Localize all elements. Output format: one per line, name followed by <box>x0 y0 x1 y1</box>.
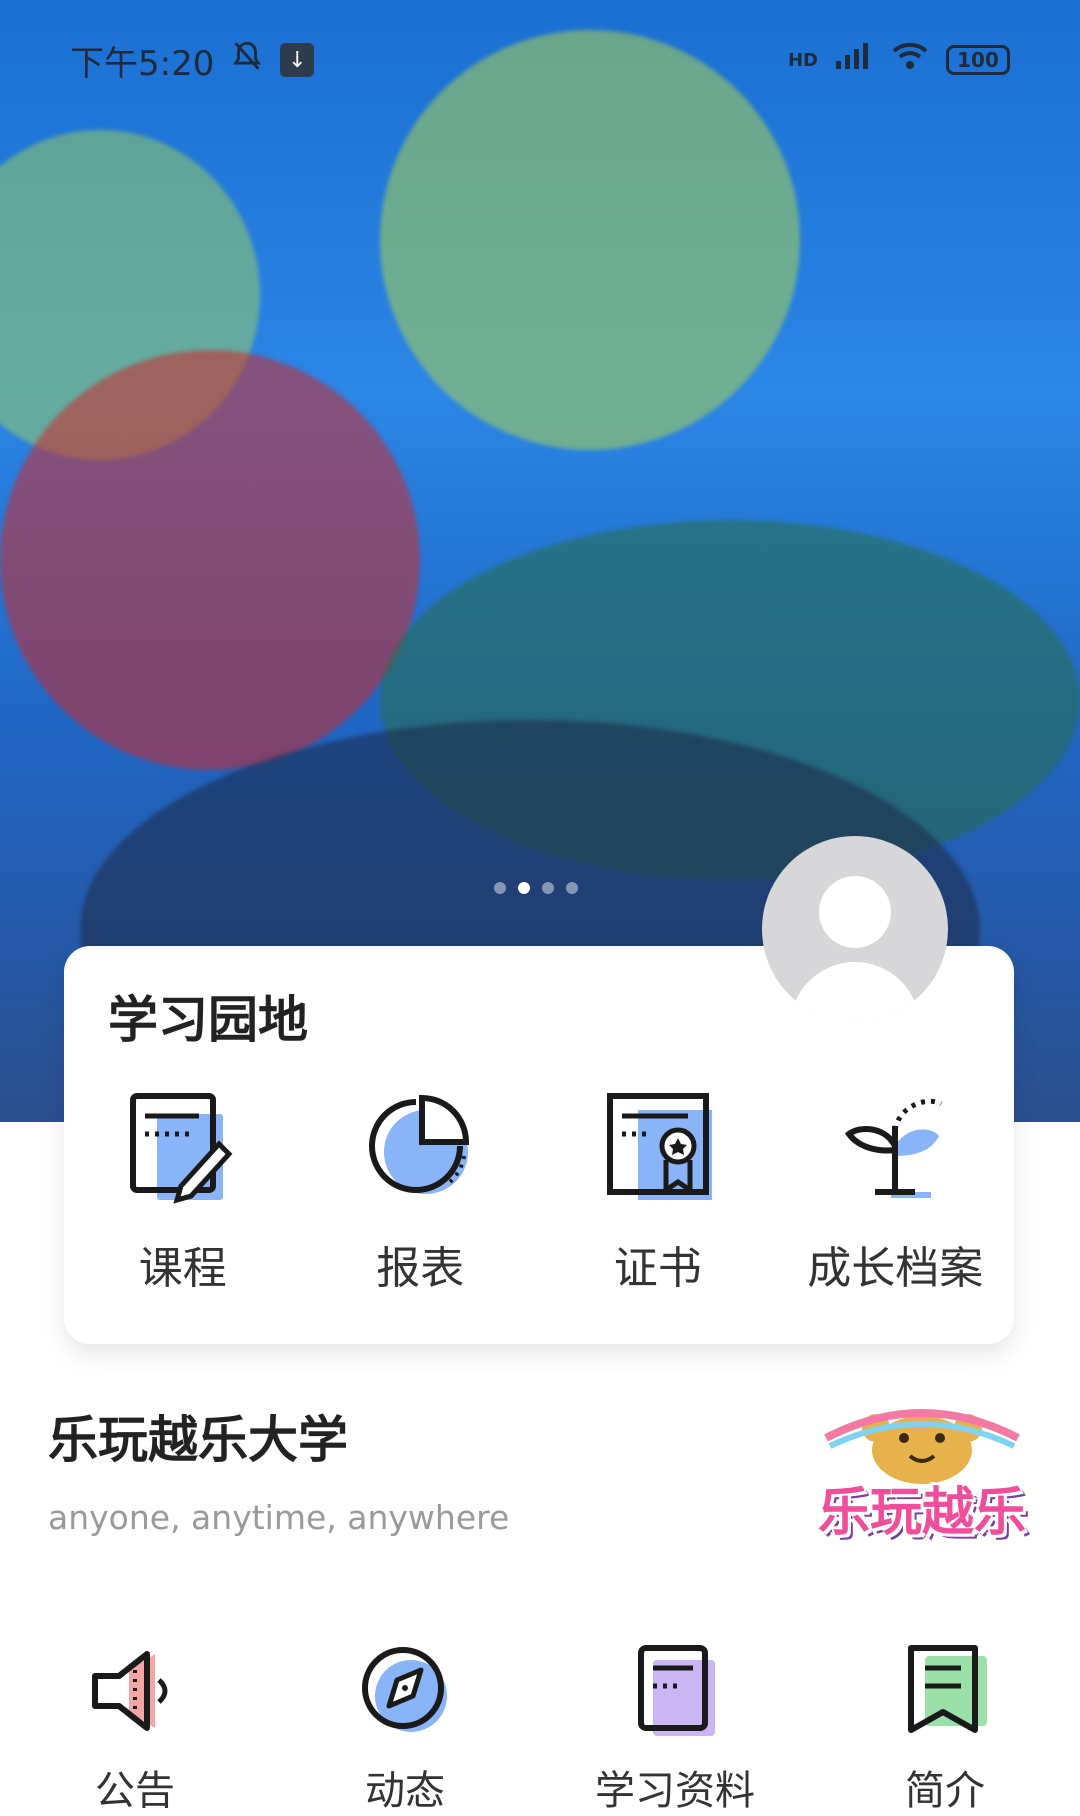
menu-label: 简介 <box>905 1768 985 1814</box>
menu-item-materials[interactable]: 学习资料 <box>540 1640 810 1816</box>
menu-item-notice[interactable]: 公告 <box>0 1640 270 1816</box>
signal-icon <box>834 40 874 80</box>
compass-icon <box>355 1640 455 1744</box>
growth-sprout-icon <box>835 1086 955 1210</box>
grid-label: 成长档案 <box>807 1243 984 1294</box>
menu-label: 动态 <box>365 1768 445 1814</box>
learning-grid: 课程 报表 证书 成长档案 <box>64 1086 1014 1296</box>
report-pie-icon <box>360 1086 480 1210</box>
user-avatar[interactable] <box>762 836 948 1022</box>
megaphone-icon <box>85 1640 185 1744</box>
bottom-menu: 公告 动态 学习资料 简介 <box>0 1640 1080 1816</box>
carousel-dot[interactable] <box>542 882 554 894</box>
carousel-dot[interactable] <box>494 882 506 894</box>
status-bar: 下午5:20 ↓ HD 100 <box>0 0 1080 120</box>
avatar-body <box>790 962 920 1022</box>
menu-label: 公告 <box>95 1768 175 1814</box>
bookmark-icon <box>895 1640 995 1744</box>
grid-label: 课程 <box>138 1243 227 1294</box>
course-icon <box>123 1086 243 1210</box>
notebook-icon <box>625 1640 725 1744</box>
university-subtitle: anyone, anytime, anywhere <box>48 1498 510 1537</box>
avatar-head <box>819 876 891 948</box>
mute-icon <box>230 39 264 82</box>
battery-indicator: 100 <box>946 45 1010 75</box>
menu-item-news[interactable]: 动态 <box>270 1640 540 1816</box>
menu-label: 学习资料 <box>595 1768 755 1814</box>
status-time: 下午5:20 <box>70 43 215 84</box>
university-logo: 乐玩越乐 <box>806 1398 1038 1548</box>
carousel-dot[interactable] <box>566 882 578 894</box>
grid-item-course[interactable]: 课程 <box>64 1086 302 1296</box>
carousel-dot-active[interactable] <box>518 882 530 894</box>
learning-card-title: 学习园地 <box>108 991 308 1049</box>
certificate-icon <box>598 1086 718 1210</box>
carousel-indicator <box>494 882 578 894</box>
network-label: HD <box>787 49 818 71</box>
grid-label: 报表 <box>376 1243 465 1294</box>
logo-text: 乐玩越乐 <box>817 1483 1026 1543</box>
download-icon: ↓ <box>280 43 315 77</box>
banner-decor <box>0 350 420 770</box>
grid-item-certificate[interactable]: 证书 <box>539 1086 777 1296</box>
grid-label: 证书 <box>613 1243 702 1294</box>
grid-item-report[interactable]: 报表 <box>302 1086 540 1296</box>
university-title: 乐玩越乐大学 <box>48 1411 348 1469</box>
menu-item-intro[interactable]: 简介 <box>810 1640 1080 1816</box>
wifi-icon <box>890 40 930 80</box>
grid-item-growth[interactable]: 成长档案 <box>777 1086 1015 1296</box>
